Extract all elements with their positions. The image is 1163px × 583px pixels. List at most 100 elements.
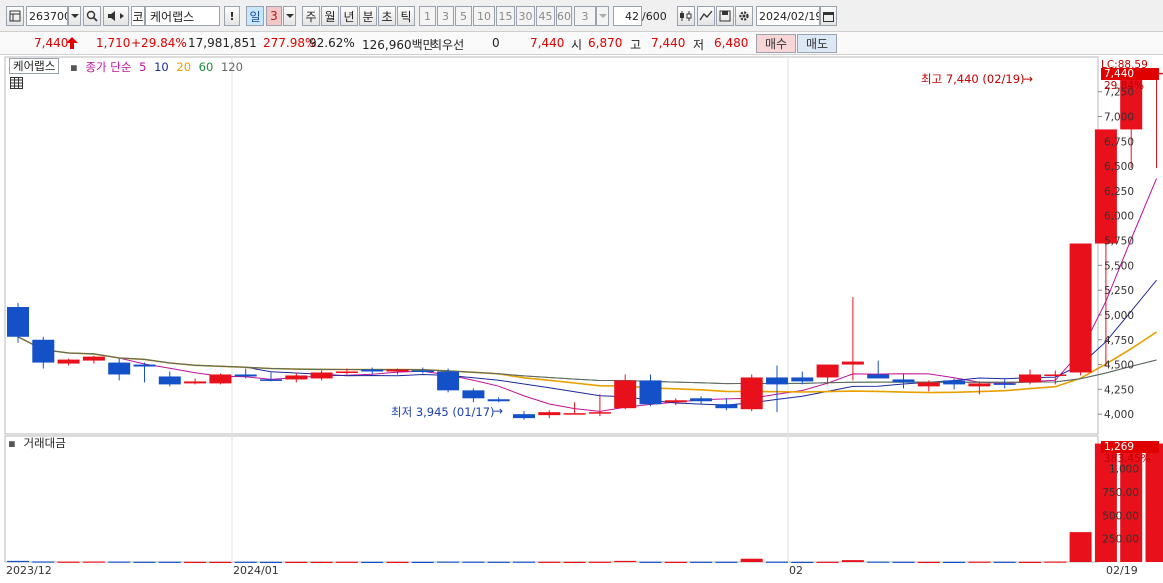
candle-body (614, 380, 637, 409)
y-tick-label: 4,500 (1104, 360, 1134, 372)
volume-bar (791, 561, 814, 564)
interval-input[interactable]: 3 (574, 6, 596, 26)
vol-tick-label: 1,000 (1109, 464, 1139, 476)
volume-bar (158, 561, 181, 563)
y-tick-label: 6,750 (1104, 136, 1134, 148)
date-input[interactable]: 2024/02/19 (756, 6, 820, 26)
alert-button[interactable]: ! (224, 6, 240, 26)
period-minute-button[interactable]: 분 (359, 6, 377, 26)
interval-button[interactable]: 10 (473, 6, 495, 26)
best-price: 7,440 (530, 36, 565, 50)
up-arrow-icon (66, 37, 78, 52)
volume-bar (32, 561, 55, 563)
volume-bar (740, 558, 763, 562)
market-label: 코 (131, 6, 145, 26)
save-icon[interactable] (716, 6, 734, 26)
interval-button[interactable]: 5 (455, 6, 472, 26)
sound-icon[interactable] (103, 6, 129, 26)
candle-type-icon[interactable] (677, 6, 695, 26)
volume-legend[interactable]: ▪ 거래대금 (8, 435, 70, 451)
volume-bar (867, 561, 890, 563)
candle-body (588, 412, 611, 414)
low-price: 6,480 (714, 36, 749, 50)
search-icon[interactable] (83, 6, 101, 26)
interval-button[interactable]: 3 (437, 6, 454, 26)
candle-body (234, 374, 257, 377)
period-second-button[interactable]: 초 (378, 6, 396, 26)
volume-bar (260, 561, 282, 564)
high-arrow-icon: → (1023, 72, 1034, 86)
period-year-button[interactable]: 년 (340, 6, 358, 26)
interval-button[interactable]: 60 (556, 6, 572, 26)
low-label: 저 (693, 38, 705, 52)
volume-bar (82, 561, 105, 563)
interval-button[interactable]: 15 (496, 6, 515, 26)
candle-body (766, 377, 788, 385)
volume-bar (664, 561, 687, 564)
code-dropdown-icon[interactable] (68, 6, 81, 26)
trade-amount: 126,960백만 (362, 38, 434, 52)
volume-bar (184, 561, 207, 564)
legend-square-icon: ▪ (70, 60, 78, 74)
ma-60: 60 (198, 60, 214, 74)
candle-body (209, 374, 232, 384)
best-bid-qty: 0 (492, 36, 500, 50)
vol-tick-label: 500.00 (1102, 510, 1139, 522)
volume-bar (614, 560, 637, 563)
candle-body (664, 400, 687, 403)
interval-button[interactable]: 1 (419, 6, 436, 26)
high-label: 고 (630, 38, 642, 52)
candle-body (133, 364, 156, 367)
stock-code-input[interactable]: 263700 (26, 6, 68, 26)
volume-bar (209, 561, 232, 564)
candle-body (1069, 243, 1092, 373)
interval-dropdown-icon[interactable] (596, 6, 609, 26)
period-week-button[interactable]: 주 (302, 6, 320, 26)
calendar-icon[interactable] (820, 6, 837, 26)
low-annotation: 최저 3,945 (01/17) (391, 405, 495, 419)
interval-button[interactable]: 30 (516, 6, 535, 26)
volume-bar (968, 561, 991, 563)
y-tick-label: 5,750 (1104, 236, 1134, 248)
volume-bar (588, 561, 611, 563)
period-tick-button[interactable]: 틱 (397, 6, 415, 26)
candle-body (563, 413, 586, 415)
y-tick-label: 4,250 (1104, 384, 1134, 396)
drawing-tool-icon[interactable] (697, 6, 715, 26)
interval-button[interactable]: 45 (536, 6, 555, 26)
volume-bar (411, 561, 434, 564)
best-bid-label: 최우선 (431, 38, 465, 52)
chart-canvas[interactable]: 7,2507,0006,7506,5006,2506,0005,7505,500… (0, 56, 1163, 583)
candle-body (487, 399, 510, 402)
bar-count-input[interactable]: 42 (613, 6, 642, 26)
volume-bar (690, 561, 713, 563)
sell-button[interactable]: 매도 (797, 34, 837, 53)
period-dropdown-icon[interactable] (283, 6, 296, 26)
period-day-button[interactable]: 일 (246, 6, 264, 26)
candle-body (361, 369, 384, 372)
ma-20: 20 (176, 60, 192, 74)
vol-tick-label: 750.00 (1102, 487, 1139, 499)
period-number-button[interactable]: 3 (266, 6, 282, 26)
volume-bar (917, 561, 940, 564)
buy-button[interactable]: 매수 (756, 34, 796, 53)
layout-icon[interactable] (6, 6, 24, 26)
x-label: 02/19 (1106, 564, 1138, 577)
volume-bar (361, 561, 384, 564)
candle-body (1044, 374, 1067, 376)
ma-legend[interactable]: ▪ 종가 단순 5 10 20 60 120 (70, 59, 247, 75)
volume-bar (816, 561, 839, 563)
volume-bar (285, 561, 308, 564)
stock-name-tag[interactable]: 케어랩스 (9, 58, 60, 74)
volume-bar (1069, 532, 1092, 562)
y-tick-label: 4,750 (1104, 335, 1134, 347)
period-month-button[interactable]: 월 (321, 6, 339, 26)
volume-bar (563, 561, 586, 564)
volume-bar (57, 561, 80, 563)
table-icon[interactable] (10, 77, 23, 92)
gear-icon[interactable] (735, 6, 753, 26)
candle-body (867, 374, 890, 379)
volume-bar (1019, 561, 1041, 564)
current-price: 7,440 (34, 36, 69, 50)
stock-name-field[interactable]: 케어랩스 (145, 6, 220, 26)
